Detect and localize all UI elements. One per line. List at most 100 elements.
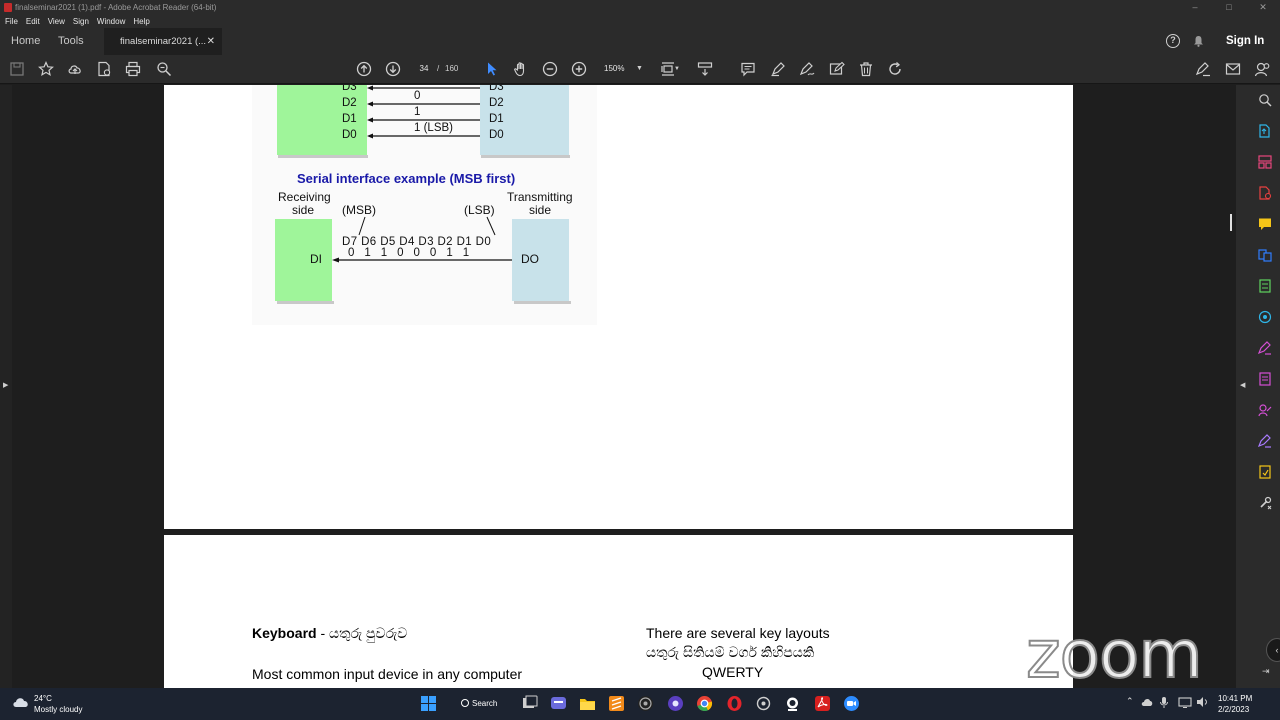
zoom-dropdown-icon[interactable]: ▼: [636, 62, 643, 76]
acrobat-icon: [4, 3, 12, 12]
organize-pages-icon[interactable]: [1258, 155, 1272, 169]
create-pdf-icon[interactable]: [96, 61, 112, 77]
sublime-app-icon[interactable]: [608, 695, 625, 712]
draw-icon[interactable]: [799, 61, 815, 77]
tab-document[interactable]: finalseminar2021 (... ✕: [104, 28, 222, 55]
sign-in-button[interactable]: Sign In: [1226, 28, 1264, 55]
bookmark-star-icon[interactable]: [38, 61, 54, 77]
weather-description[interactable]: Mostly cloudy: [34, 705, 82, 714]
parallel-value-d1: 1: [414, 106, 421, 118]
browser-app-icon[interactable]: [667, 695, 684, 712]
page-total: 160: [445, 64, 459, 73]
key-layouts-line: There are several key layouts: [646, 625, 830, 641]
previous-page-icon[interactable]: [356, 61, 372, 77]
opera-icon[interactable]: [726, 695, 743, 712]
maximize-button[interactable]: □: [1212, 0, 1246, 15]
zoom-taskbar-icon[interactable]: [843, 695, 860, 712]
window-controls: – □ ✕: [1178, 0, 1280, 15]
compress-pdf-icon[interactable]: [1258, 279, 1272, 293]
taskbar-search-button[interactable]: Search: [452, 695, 512, 713]
email-icon[interactable]: [1225, 61, 1241, 77]
menu-sign[interactable]: Sign: [73, 15, 89, 28]
volume-icon[interactable]: [1196, 696, 1208, 708]
edit-pdf-tool-icon[interactable]: [1258, 372, 1272, 386]
zoom-level[interactable]: 150%: [604, 62, 624, 76]
teams-chat-icon[interactable]: [550, 695, 567, 712]
more-tools-icon[interactable]: [1258, 496, 1272, 510]
vertical-scrollbar[interactable]: [1225, 85, 1236, 688]
serial-interface-title: Serial interface example (MSB first): [297, 171, 516, 186]
notification-bell-icon[interactable]: [1193, 35, 1204, 47]
menu-view[interactable]: View: [48, 15, 65, 28]
scan-ocr-icon[interactable]: [1258, 310, 1272, 324]
taskbar-clock-time[interactable]: 10:41 PM: [1218, 694, 1252, 703]
request-signature-icon[interactable]: [1258, 403, 1272, 417]
tab-tools[interactable]: Tools: [58, 28, 84, 55]
zoom-out-icon[interactable]: [542, 61, 558, 77]
tab-home[interactable]: Home: [11, 28, 40, 55]
fill-sign-icon[interactable]: [829, 61, 845, 77]
box-shadow: [277, 301, 334, 304]
find-search-icon[interactable]: [156, 61, 172, 77]
taskbar-clock-date[interactable]: 2/2/2023: [1218, 705, 1249, 714]
menu-file[interactable]: File: [5, 15, 18, 28]
start-windows-icon[interactable]: [420, 695, 437, 712]
network-icon[interactable]: [1178, 696, 1192, 708]
comment-icon[interactable]: [740, 61, 756, 77]
microphone-icon[interactable]: [1159, 696, 1169, 708]
file-explorer-icon[interactable]: [579, 695, 596, 712]
share-user-icon[interactable]: [1254, 61, 1270, 77]
transmitting-label: Transmitting: [507, 190, 573, 204]
select-cursor-icon[interactable]: [484, 61, 500, 77]
menu-edit[interactable]: Edit: [26, 15, 40, 28]
interface-diagram: [252, 85, 597, 325]
parallel-right-d0: D0: [489, 129, 504, 141]
acrobat-taskbar-icon[interactable]: [814, 695, 831, 712]
collapse-right-panel-icon[interactable]: ◀: [1240, 381, 1245, 389]
di-label: DI: [310, 252, 322, 266]
page-number-input[interactable]: 34: [413, 62, 435, 76]
zoom-in-icon[interactable]: [571, 61, 587, 77]
minimize-button[interactable]: –: [1178, 0, 1212, 15]
scrollbar-thumb[interactable]: [1230, 214, 1232, 231]
export-pdf-icon[interactable]: [1258, 124, 1272, 138]
expand-left-panel-icon[interactable]: ▶: [3, 381, 8, 389]
collapse-toolbar-icon[interactable]: ⇥: [1262, 666, 1270, 677]
zoom-tool-icon[interactable]: [1258, 93, 1272, 107]
create-pdf-tool-icon[interactable]: [1258, 186, 1272, 200]
acrobat-window: finalseminar2021 (1).pdf - Adobe Acrobat…: [0, 0, 1280, 720]
combine-files-icon[interactable]: [1258, 248, 1272, 262]
cloud-weather-icon[interactable]: [12, 696, 30, 708]
close-window-button[interactable]: ✕: [1246, 0, 1280, 15]
menu-help[interactable]: Help: [133, 15, 149, 28]
show-hidden-icons[interactable]: ⌃: [1126, 696, 1134, 707]
cloud-upload-icon[interactable]: [67, 61, 83, 77]
comment-tool-icon[interactable]: [1258, 217, 1272, 231]
rotate-icon[interactable]: [887, 61, 903, 77]
help-icon[interactable]: ?: [1166, 34, 1180, 48]
send-for-review-icon[interactable]: [1258, 465, 1272, 479]
hand-tool-icon[interactable]: [513, 61, 529, 77]
chrome-icon[interactable]: [696, 695, 713, 712]
page-fit-dropdown-icon[interactable]: ▼: [673, 61, 681, 77]
close-tab-icon[interactable]: ✕: [207, 28, 215, 55]
delete-icon[interactable]: [858, 61, 874, 77]
camera-app-icon[interactable]: [784, 695, 801, 712]
weather-temperature[interactable]: 24°C: [34, 694, 52, 703]
protect-tool-icon[interactable]: [1258, 434, 1272, 448]
settings-app-icon[interactable]: [755, 695, 772, 712]
print-icon[interactable]: [125, 61, 141, 77]
scroll-mode-icon[interactable]: [697, 61, 713, 77]
highlight-pen-icon[interactable]: [770, 61, 786, 77]
save-icon[interactable]: [9, 61, 25, 77]
edit-sign-icon[interactable]: [1195, 61, 1211, 77]
parallel-left-d1: D1: [342, 113, 357, 125]
task-view-icon[interactable]: [521, 695, 538, 712]
next-page-icon[interactable]: [385, 61, 401, 77]
fill-sign-tool-icon[interactable]: [1258, 341, 1272, 355]
left-panel-collapsed[interactable]: ▶: [0, 85, 12, 688]
document-viewer[interactable]: D3 D2 D1 D0 D3 D2 D1 D0 0 1 1 (LSB) Seri…: [12, 85, 1225, 688]
onedrive-cloud-icon[interactable]: [1141, 696, 1153, 708]
menu-window[interactable]: Window: [97, 15, 125, 28]
media-app-icon[interactable]: [637, 695, 654, 712]
